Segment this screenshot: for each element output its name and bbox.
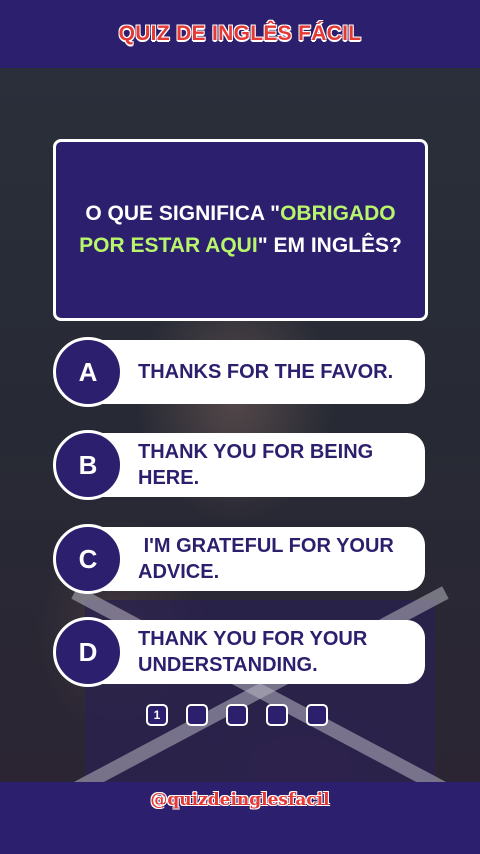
option-a-text: THANKS FOR THE FAVOR. bbox=[138, 361, 394, 383]
option-c-letter[interactable]: C bbox=[53, 524, 123, 594]
option-c-text: I'M GRATEFUL FOR YOUR ADVICE. bbox=[138, 535, 399, 583]
pager-dot-3[interactable] bbox=[226, 704, 248, 726]
pager-dot-2[interactable] bbox=[186, 704, 208, 726]
option-a-pill[interactable]: THANKS FOR THE FAVOR. bbox=[83, 340, 425, 404]
pager-dot-4[interactable] bbox=[266, 704, 288, 726]
question-prefix: O QUE SIGNIFICA " bbox=[85, 202, 281, 225]
header-bar: QUIZ DE INGLÊS FÁCIL bbox=[0, 0, 480, 68]
option-a-letter[interactable]: A bbox=[53, 337, 123, 407]
option-d-letter[interactable]: D bbox=[53, 617, 123, 687]
option-b-text: THANK YOU FOR BEING HERE. bbox=[138, 441, 374, 489]
pager-dot-5[interactable] bbox=[306, 704, 328, 726]
pager-dot-1[interactable]: 1 bbox=[146, 704, 168, 726]
option-d-pill[interactable]: THANK YOU FOR YOUR UNDERSTANDING. bbox=[83, 620, 425, 684]
question-card: O QUE SIGNIFICA "OBRIGADO POR ESTAR AQUI… bbox=[53, 139, 428, 321]
question-text: O QUE SIGNIFICA "OBRIGADO POR ESTAR AQUI… bbox=[56, 198, 425, 262]
option-d-text: THANK YOU FOR YOUR UNDERSTANDING. bbox=[138, 628, 368, 676]
option-b-letter[interactable]: B bbox=[53, 430, 123, 500]
option-b-pill[interactable]: THANK YOU FOR BEING HERE. bbox=[83, 433, 425, 497]
social-handle: @quizdeinglesfacil bbox=[150, 790, 330, 810]
app-title: QUIZ DE INGLÊS FÁCIL bbox=[118, 22, 362, 45]
question-suffix: " EM INGLÊS? bbox=[257, 234, 402, 257]
question-pager: 1 bbox=[146, 704, 328, 726]
option-c-pill[interactable]: I'M GRATEFUL FOR YOUR ADVICE. bbox=[83, 527, 425, 591]
